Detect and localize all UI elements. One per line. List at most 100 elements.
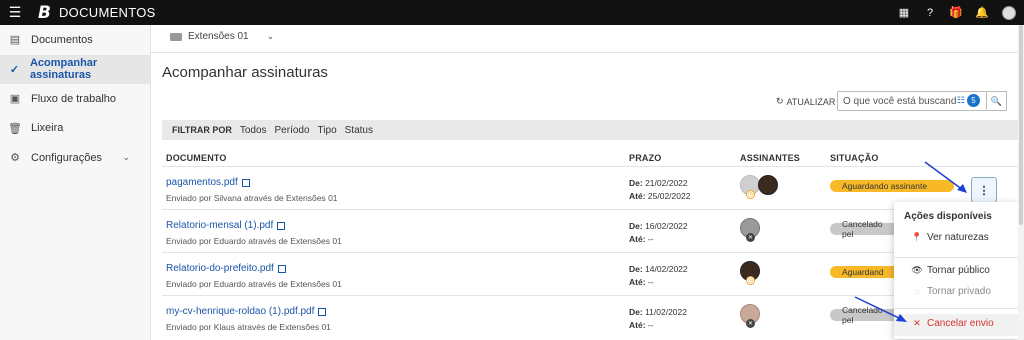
to-label: Até: — [629, 191, 646, 201]
refresh-button[interactable]: ↻ ATUALIZAR — [776, 96, 835, 107]
to-date: -- — [647, 234, 654, 244]
cancelled-icon: ✕ — [746, 319, 755, 328]
trash-icon: 🗑 — [8, 122, 22, 135]
workspace-label: Extensões 01 — [188, 31, 249, 42]
menu-item-tornar-privado[interactable]: ◌ Tornar privado — [912, 286, 991, 297]
sidebar-item-acompanhar[interactable]: ✓ Acompanhar assinaturas — [0, 54, 150, 84]
eye-off-icon: ◌ — [914, 286, 920, 297]
avatar[interactable]: ◷ — [740, 261, 760, 285]
refresh-icon: ↻ — [776, 96, 784, 106]
cancelled-icon: ✕ — [746, 233, 755, 242]
eye-icon: 👁 — [911, 265, 923, 275]
menu-item-tornar-publico[interactable]: 👁 Tornar público — [911, 265, 990, 276]
signers: ◷ — [740, 175, 778, 199]
filter-status[interactable]: Status — [345, 125, 373, 136]
menu-heading: Ações disponíveis — [904, 211, 992, 222]
signers: ✕ — [740, 304, 760, 328]
sidebar-item-label: Acompanhar assinaturas — [29, 57, 98, 82]
table-row[interactable]: Relatorio-do-prefeito.pdf Enviado por Ed… — [162, 252, 1022, 295]
search-icon: 🔍 — [990, 95, 1003, 106]
signers: ◷ — [740, 261, 760, 285]
filter-todos[interactable]: Todos — [240, 125, 267, 136]
document-link[interactable]: Relatorio-mensal (1).pdf — [166, 220, 286, 231]
document-link[interactable]: pagamentos.pdf — [166, 177, 250, 188]
search-placeholder: O que você está buscand — [843, 95, 957, 107]
deadline: De: 11/02/2022 Até: -- — [629, 306, 687, 332]
avatar[interactable]: ✕ — [740, 304, 760, 328]
main-content: Extensões 01 ⌄ Acompanhar assinaturas ↻ … — [151, 25, 1024, 340]
to-date: -- — [647, 320, 654, 330]
avatar[interactable]: ✕ — [740, 218, 760, 242]
sidebar-item-lixeira[interactable]: 🗑 Lixeira — [0, 114, 150, 144]
filter-icon: ☷ — [956, 95, 965, 105]
from-label: De: — [629, 264, 643, 274]
gift-icon[interactable]: 🎁 — [949, 7, 963, 19]
bell-icon[interactable]: 🔔 — [975, 7, 989, 19]
search-input[interactable]: O que você está buscand ☷ 5 — [837, 91, 987, 111]
document-name[interactable]: Relatorio-do-prefeito.pdf — [166, 263, 274, 274]
status-badge: Aguardand — [830, 266, 900, 278]
sidebar-item-configuracoes[interactable]: ⚙ Configurações ⌄ — [0, 143, 150, 173]
external-link-icon[interactable] — [241, 178, 250, 187]
location-pin-icon: 📍 — [911, 232, 923, 242]
divider — [151, 52, 1024, 53]
document-name[interactable]: pagamentos.pdf — [166, 177, 238, 188]
deadline: De: 21/02/2022 Até: 25/02/2022 — [629, 177, 690, 203]
refresh-label: ATUALIZAR — [786, 96, 836, 107]
menu-icon[interactable]: ☰ — [0, 4, 30, 21]
filter-tipo[interactable]: Tipo — [318, 125, 337, 136]
avatar[interactable]: ◷ — [740, 175, 760, 199]
column-header-prazo: PRAZO — [629, 153, 662, 163]
column-header-documento: DOCUMENTO — [166, 153, 227, 163]
table-row[interactable]: Relatorio-mensal (1).pdf Enviado por Edu… — [162, 209, 1022, 252]
from-date: 16/02/2022 — [645, 221, 688, 231]
from-date: 11/02/2022 — [645, 307, 687, 317]
document-name[interactable]: my-cv-henrique-roldao (1).pdf.pdf — [166, 306, 314, 317]
filter-periodo[interactable]: Período — [275, 125, 310, 136]
signers: ✕ — [740, 218, 760, 242]
signature-icon: ✓ — [9, 63, 20, 76]
from-date: 14/02/2022 — [645, 264, 688, 274]
kebab-icon: ⋮ — [978, 184, 990, 197]
brand-logo: B — [38, 2, 51, 23]
sent-by: Enviado por Eduardo através de Extensões… — [166, 279, 342, 289]
table-row[interactable]: pagamentos.pdf Enviado por Silvana atrav… — [162, 166, 1022, 209]
sidebar-item-documentos[interactable]: ▤ Documentos — [0, 25, 150, 55]
chevron-down-icon: ⌄ — [122, 152, 130, 163]
scrollbar[interactable] — [1018, 25, 1024, 340]
menu-item-cancelar-envio[interactable]: ✕ Cancelar envio — [912, 318, 994, 329]
column-header-assinantes: ASSINANTES — [740, 153, 801, 163]
menu-item-label: Ver naturezas — [927, 232, 989, 243]
status-badge: Cancelado pel — [830, 219, 900, 239]
document-link[interactable]: Relatorio-do-prefeito.pdf — [166, 263, 286, 274]
from-date: 21/02/2022 — [645, 178, 688, 188]
menu-item-label: Tornar público — [927, 265, 990, 276]
sidebar-item-fluxo[interactable]: ▣ Fluxo de trabalho — [0, 84, 150, 114]
apps-icon[interactable]: ▦ — [898, 7, 910, 19]
to-date: 25/02/2022 — [647, 191, 691, 201]
avatar[interactable] — [1002, 5, 1016, 20]
workspace-selector[interactable]: Extensões 01 ⌄ — [170, 31, 274, 42]
app-title: DOCUMENTOS — [58, 5, 156, 20]
sidebar-item-label: Lixeira — [31, 122, 64, 135]
external-link-icon[interactable] — [277, 221, 286, 230]
document-name[interactable]: Relatorio-mensal (1).pdf — [166, 220, 273, 231]
search-button[interactable]: 🔍 — [987, 91, 1007, 111]
filter-bar: FILTRAR POR Todos Período Tipo Status — [162, 120, 1022, 140]
filter-toggle[interactable]: ☷ 5 — [957, 94, 980, 107]
scrollbar-thumb[interactable] — [1019, 25, 1023, 225]
external-link-icon[interactable] — [277, 264, 286, 273]
sidebar-item-label: Fluxo de trabalho — [31, 92, 116, 105]
menu-item-ver-naturezas[interactable]: 📍 Ver naturezas — [911, 232, 989, 243]
more-actions-button[interactable]: ⋮ — [971, 177, 997, 203]
filter-label: FILTRAR POR — [172, 125, 232, 135]
help-icon[interactable]: ? — [924, 7, 936, 19]
document-icon: ▤ — [9, 34, 21, 47]
annotation-arrow — [924, 161, 967, 193]
document-link[interactable]: my-cv-henrique-roldao (1).pdf.pdf — [166, 306, 327, 317]
external-link-icon[interactable] — [318, 307, 327, 316]
from-label: De: — [629, 221, 643, 231]
deadline: De: 16/02/2022 Até: -- — [629, 220, 688, 246]
sidebar-item-label: Documentos — [31, 33, 93, 46]
avatar[interactable] — [758, 175, 778, 195]
